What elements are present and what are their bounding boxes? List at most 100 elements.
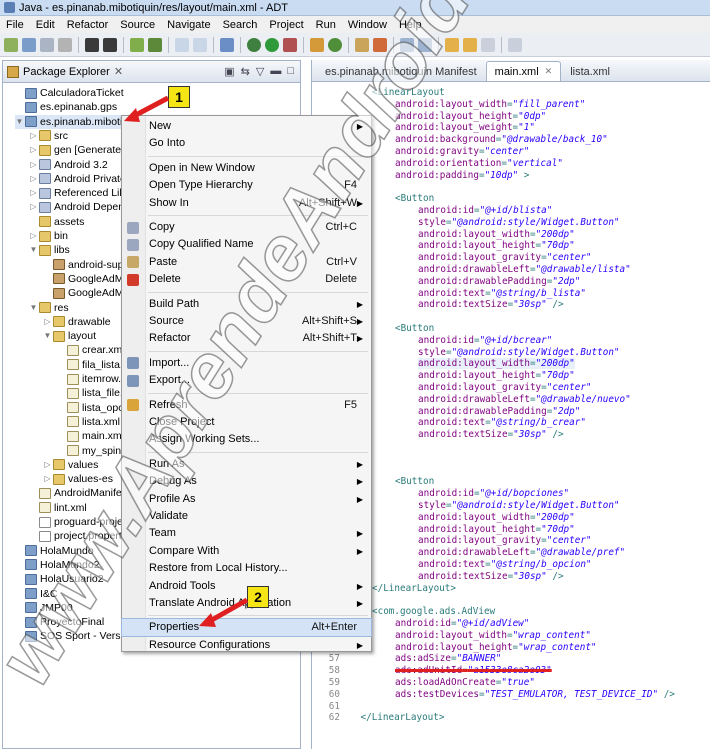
link-editor-icon[interactable]: ⇆ xyxy=(241,65,250,78)
tree-item[interactable]: ▷ bin xyxy=(29,229,68,243)
collapse-all-icon[interactable]: ▣ xyxy=(224,65,234,78)
expand-toggle-icon[interactable]: ▷ xyxy=(43,458,52,472)
code-line[interactable]: android:layout_width="wrap_content" xyxy=(395,630,591,641)
code-line[interactable]: <Button xyxy=(395,476,434,487)
code-line[interactable]: android:gravity="center" xyxy=(395,146,529,157)
code-line[interactable]: android:drawableLeft="@drawable/lista" xyxy=(418,264,631,275)
context-menu-item[interactable]: Open Type Hierarchy F4 xyxy=(122,177,371,194)
context-menu-item[interactable]: Import... xyxy=(122,355,371,372)
context-menu-item[interactable]: New ▶ xyxy=(122,118,371,135)
minimize-icon[interactable]: ▬ xyxy=(270,65,281,78)
avd-manager-icon[interactable] xyxy=(148,37,162,52)
context-menu-item[interactable]: Restore from Local History... xyxy=(122,560,371,577)
context-menu-item[interactable]: Copy Qualified Name xyxy=(122,236,371,253)
code-line[interactable]: android:orientation="vertical" xyxy=(395,158,563,169)
expand-toggle-icon[interactable]: ▷ xyxy=(29,143,38,157)
editor-tab[interactable]: lista.xml xyxy=(561,61,619,81)
perspective-icon[interactable] xyxy=(508,37,522,52)
expand-toggle-icon[interactable]: ▷ xyxy=(29,229,38,243)
editor-tab[interactable]: main.xml ✕ xyxy=(485,61,562,81)
expand-toggle-icon[interactable]: ▷ xyxy=(29,186,38,200)
expand-toggle-icon[interactable]: ▷ xyxy=(29,158,38,172)
code-line[interactable]: android:textSize="30sp" /> xyxy=(418,299,564,310)
code-line[interactable]: </LinearLayout> xyxy=(361,712,445,723)
code-line[interactable]: android:layout_width="200dp" xyxy=(418,358,575,370)
code-line[interactable]: android:drawablePadding="2dp" xyxy=(418,406,580,417)
context-menu-item[interactable]: Validate xyxy=(122,508,371,525)
menu-source[interactable]: Source xyxy=(114,19,161,31)
forward-icon[interactable] xyxy=(463,37,477,52)
code-line[interactable]: android:textSize="30sp" /> xyxy=(418,429,564,440)
save-icon[interactable] xyxy=(22,37,36,52)
expand-toggle-icon[interactable]: ▼ xyxy=(15,115,24,129)
context-menu-item[interactable]: Refactor Alt+Shift+T ▶ xyxy=(122,330,371,347)
new-icon[interactable] xyxy=(4,37,18,52)
code-line[interactable]: android:text="@string/b_lista" xyxy=(418,288,586,299)
context-menu-item[interactable]: Source Alt+Shift+S ▶ xyxy=(122,313,371,330)
code-line[interactable]: ads:adUnitId="a1533e8ca2e03" xyxy=(395,665,552,676)
code-line[interactable]: android:padding="10dp" > xyxy=(395,170,529,181)
expand-toggle-icon[interactable]: ▼ xyxy=(29,243,38,257)
annotation-icon[interactable] xyxy=(400,37,414,52)
tree-item[interactable]: ▷ drawable xyxy=(43,315,110,329)
last-edit-icon[interactable] xyxy=(481,37,495,52)
menu-help[interactable]: Help xyxy=(393,19,428,31)
code-line[interactable]: android:layout_gravity="center" xyxy=(418,382,592,393)
tree-item[interactable]: HolaMundo2 xyxy=(15,558,100,572)
tree-item[interactable]: ▼ res xyxy=(29,301,69,315)
context-menu-item[interactable]: Close Project xyxy=(122,414,371,431)
context-menu-item[interactable]: Show In Alt+Shift+W ▶ xyxy=(122,195,371,212)
expand-toggle-icon[interactable]: ▼ xyxy=(29,301,38,315)
menu-search[interactable]: Search xyxy=(217,19,264,31)
checkbox-icon[interactable] xyxy=(175,37,189,52)
save-all-icon[interactable] xyxy=(40,37,54,52)
context-menu-item[interactable]: Team ▶ xyxy=(122,525,371,542)
tree-item[interactable]: CalculadoraTicket xyxy=(15,86,124,100)
tree-item[interactable]: project.properties xyxy=(29,529,135,543)
expand-toggle-icon[interactable]: ▷ xyxy=(29,129,38,143)
view-menu-icon[interactable]: ▽ xyxy=(256,65,264,78)
external-tools-icon[interactable] xyxy=(283,37,297,52)
context-menu-item[interactable]: Build Path ▶ xyxy=(122,296,371,313)
menu-edit[interactable]: Edit xyxy=(30,19,61,31)
android-sdk-icon[interactable] xyxy=(130,37,144,52)
context-menu-item[interactable]: Compare With ▶ xyxy=(122,543,371,560)
tree-item[interactable]: HolaUsuario2 xyxy=(15,572,104,586)
next-annotation-icon[interactable] xyxy=(418,37,432,52)
close-tab-icon[interactable]: ✕ xyxy=(545,66,553,77)
code-line[interactable]: android:layout_weight="1" xyxy=(395,122,535,133)
code-line[interactable]: android:layout_gravity="center" xyxy=(418,535,592,546)
code-line[interactable]: android:id="@+id/bcrear" xyxy=(418,335,552,346)
open-type-icon[interactable] xyxy=(355,37,369,52)
code-line[interactable]: android:drawableLeft="@drawable/pref" xyxy=(418,547,625,558)
context-menu-item[interactable]: Run As ▶ xyxy=(122,456,371,473)
tree-item[interactable]: lista.xml xyxy=(57,415,120,429)
tree-item[interactable]: crear.xml xyxy=(57,343,125,357)
code-line[interactable]: ads:adSize="BANNER" xyxy=(395,653,501,664)
expand-toggle-icon[interactable]: ▼ xyxy=(43,329,52,343)
context-menu-item[interactable]: Delete Delete xyxy=(122,271,371,288)
tree-item[interactable]: JMP00 xyxy=(15,601,73,615)
code-line[interactable]: android:layout_gravity="center" xyxy=(418,252,592,263)
code-line[interactable]: android:layout_width="200dp" xyxy=(418,512,575,523)
context-menu-item[interactable]: Profile As ▶ xyxy=(122,491,371,508)
context-menu-item[interactable]: Resource Configurations ▶ xyxy=(122,637,371,654)
tree-item[interactable]: ▷ values xyxy=(43,458,98,472)
context-menu-item[interactable]: Refresh F5 xyxy=(122,397,371,414)
maximize-icon[interactable]: □ xyxy=(287,65,294,78)
debug-icon[interactable] xyxy=(247,37,261,52)
close-icon[interactable]: ✕ xyxy=(114,65,123,78)
tree-item[interactable]: ▼ layout xyxy=(43,329,97,343)
download-icon[interactable] xyxy=(103,37,117,52)
run-icon[interactable] xyxy=(265,37,279,52)
expand-toggle-icon[interactable]: ▷ xyxy=(43,472,52,486)
context-menu-item[interactable]: Go Into xyxy=(122,135,371,152)
code-line[interactable]: android:drawableLeft="@drawable/nuevo" xyxy=(418,394,631,405)
code-line[interactable]: ads:testDevices="TEST_EMULATOR, TEST_DEV… xyxy=(395,689,675,700)
code-line[interactable]: <Button xyxy=(395,193,434,204)
code-line[interactable]: android:text="@string/b_opcion" xyxy=(418,559,592,570)
expand-toggle-icon[interactable]: ▷ xyxy=(29,172,38,186)
code-line[interactable]: android:layout_height="70dp" xyxy=(418,370,575,381)
code-line[interactable]: android:layout_width="200dp" xyxy=(418,229,575,240)
code-line[interactable]: android:layout_height="70dp" xyxy=(418,240,575,251)
